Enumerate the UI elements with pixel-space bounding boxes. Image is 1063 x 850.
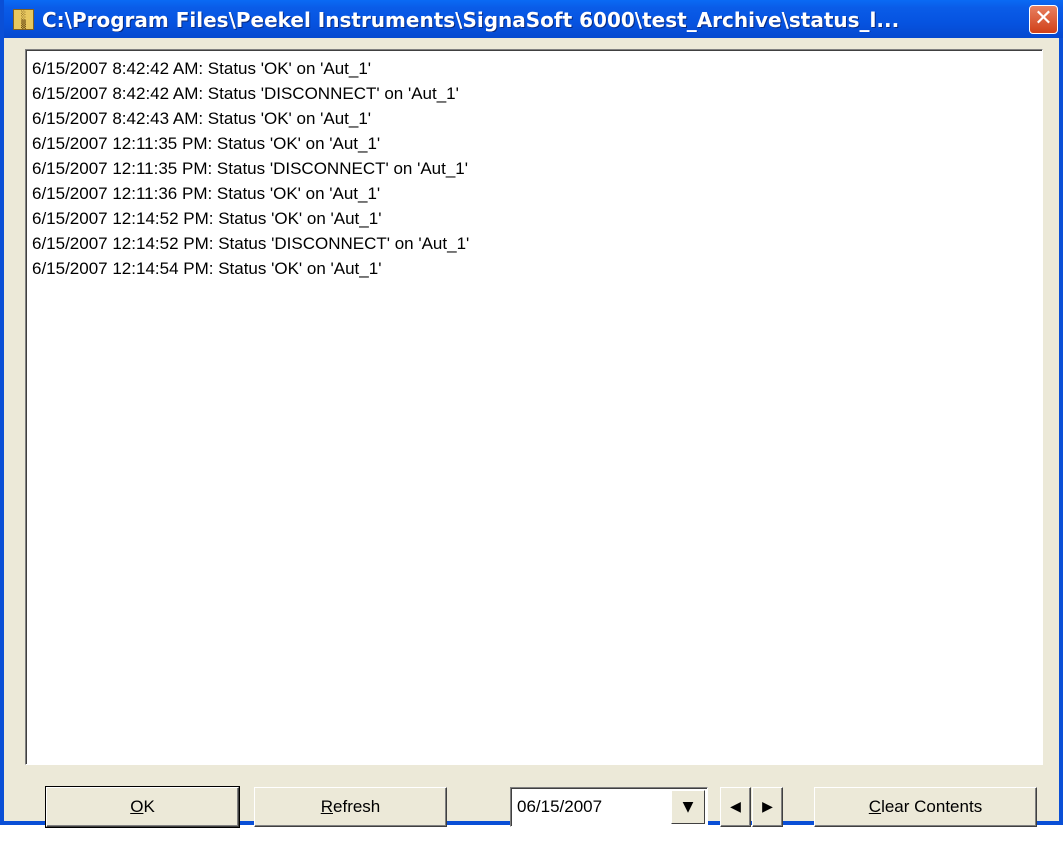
log-entry[interactable]: 6/15/2007 12:11:36 PM: Status 'OK' on 'A… <box>32 181 1042 206</box>
log-entry[interactable]: 6/15/2007 12:11:35 PM: Status 'OK' on 'A… <box>32 131 1042 156</box>
log-list[interactable]: 6/15/2007 8:42:42 AM: Status 'OK' on 'Au… <box>25 49 1043 765</box>
log-entry[interactable]: 6/15/2007 8:42:43 AM: Status 'OK' on 'Au… <box>32 106 1042 131</box>
previous-date-button[interactable]: ◀ <box>720 787 751 827</box>
status-log-window: ░ ▒ C:\Program Files\Peekel Instruments\S… <box>0 0 1063 828</box>
window-title: C:\Program Files\Peekel Instruments\Sign… <box>42 8 900 32</box>
title-bar[interactable]: ░ ▒ C:\Program Files\Peekel Instruments\S… <box>4 0 1063 38</box>
date-picker[interactable]: 06/15/2007 ▼ <box>510 787 708 827</box>
log-entry[interactable]: 6/15/2007 12:11:35 PM: Status 'DISCONNEC… <box>32 156 1042 181</box>
app-icon: ░ ▒ <box>13 9 34 30</box>
clear-contents-button[interactable]: Clear Contents <box>814 787 1037 827</box>
log-entry[interactable]: 6/15/2007 8:42:42 AM: Status 'DISCONNECT… <box>32 81 1042 106</box>
log-entry[interactable]: 6/15/2007 12:14:52 PM: Status 'OK' on 'A… <box>32 206 1042 231</box>
arrow-right-icon: ▶ <box>762 799 773 815</box>
date-value[interactable]: 06/15/2007 <box>517 797 602 817</box>
dropdown-button[interactable]: ▼ <box>671 790 705 824</box>
log-entry[interactable]: 6/15/2007 12:14:52 PM: Status 'DISCONNEC… <box>32 231 1042 256</box>
close-button[interactable]: ✕ <box>1029 5 1058 34</box>
chevron-down-icon: ▼ <box>682 799 694 815</box>
ok-button[interactable]: OK <box>45 786 240 828</box>
close-icon: ✕ <box>1034 6 1053 31</box>
next-date-button[interactable]: ▶ <box>752 787 783 827</box>
log-entry[interactable]: 6/15/2007 8:42:42 AM: Status 'OK' on 'Au… <box>32 56 1042 81</box>
arrow-left-icon: ◀ <box>730 799 741 815</box>
log-entry[interactable]: 6/15/2007 12:14:54 PM: Status 'OK' on 'A… <box>32 256 1042 281</box>
refresh-button[interactable]: Refresh <box>254 787 447 827</box>
